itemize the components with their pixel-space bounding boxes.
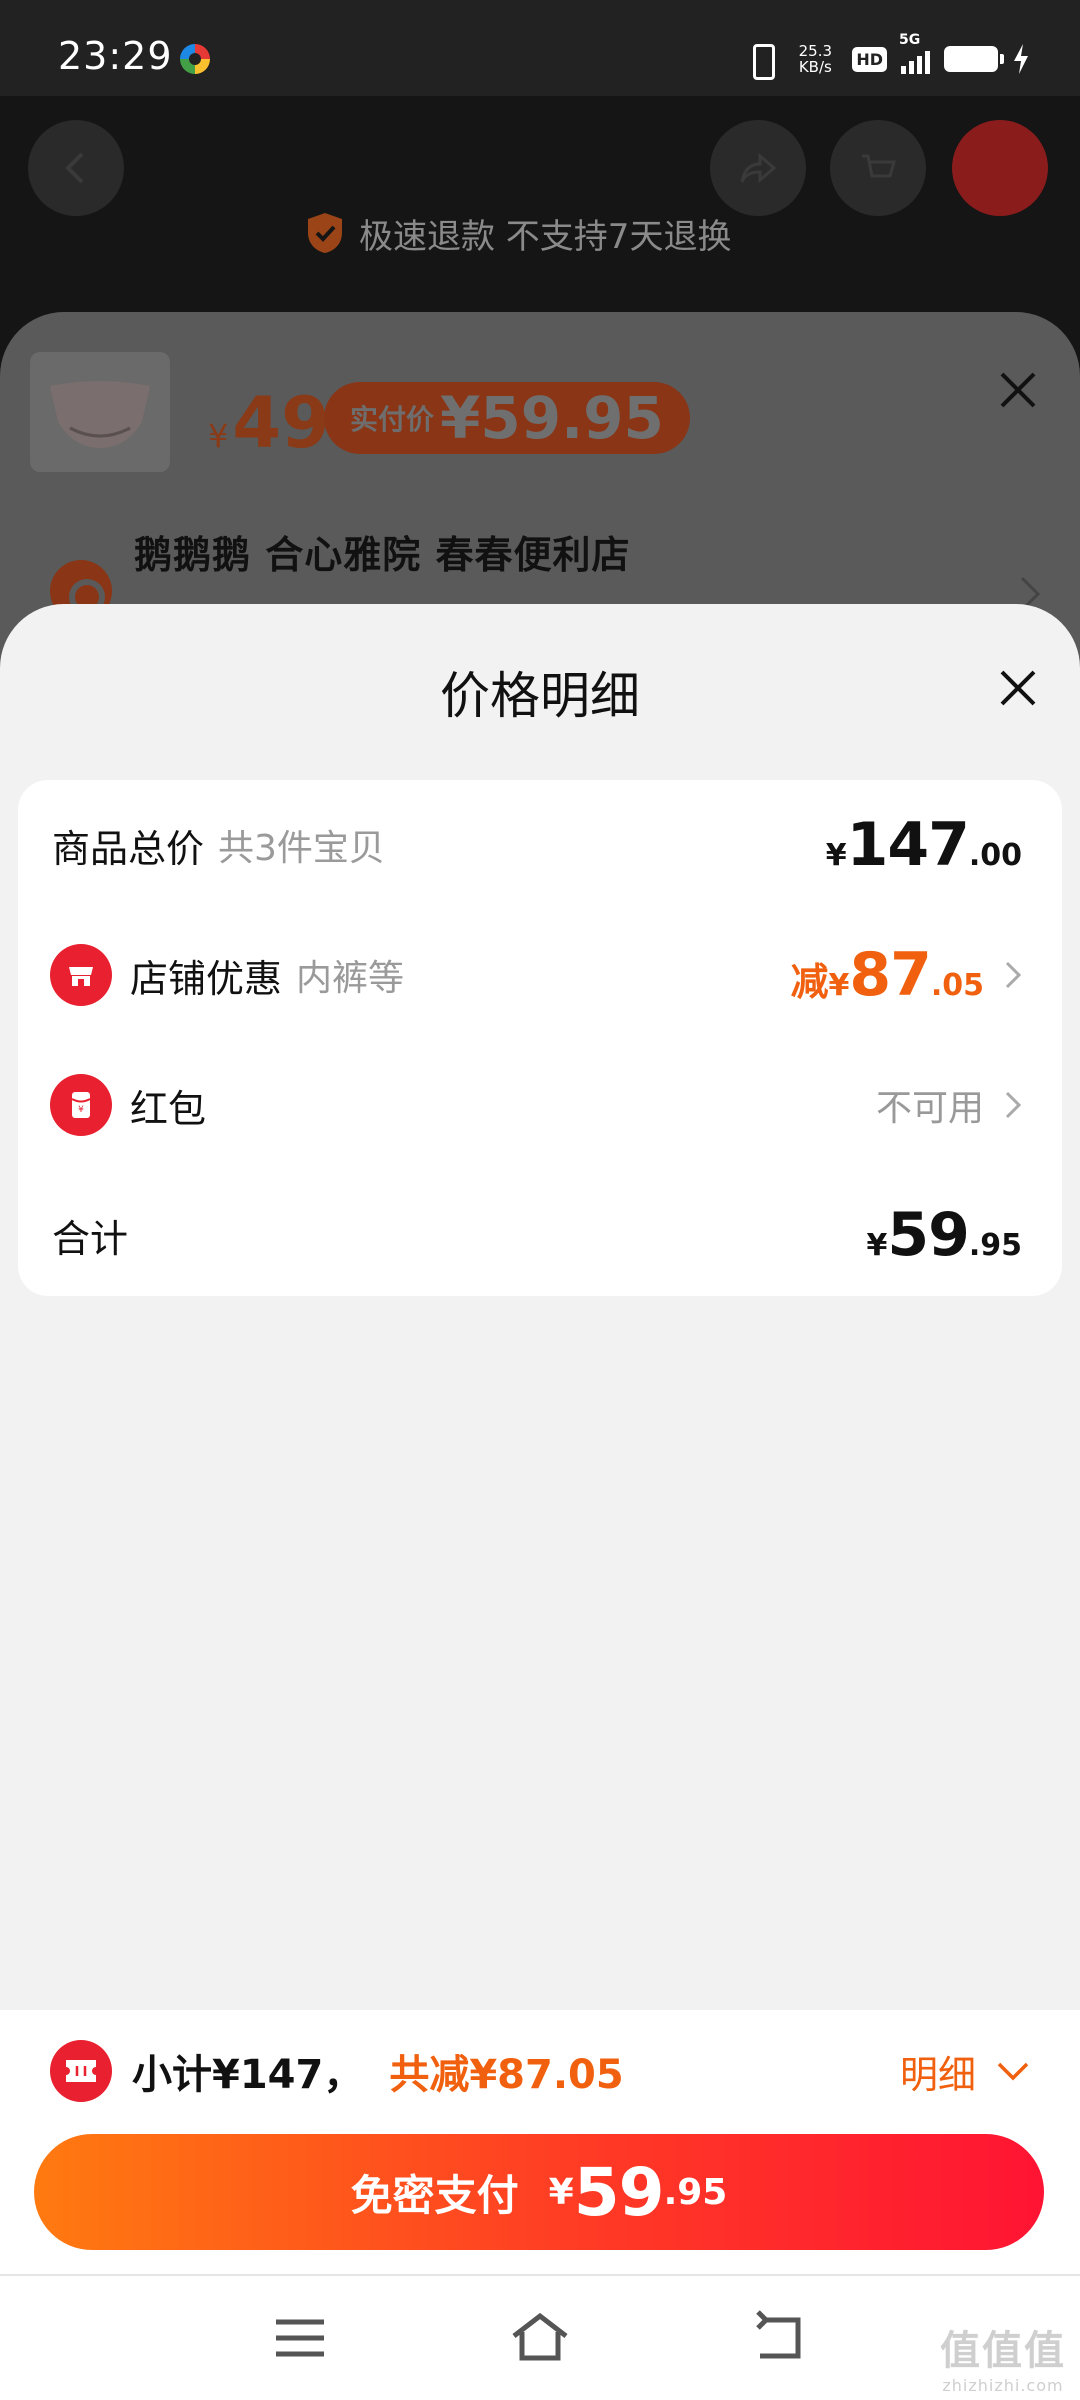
bottom-action-bar: 小计¥147， 共减¥87.05 明细 免密支付 ¥ 59 .95	[0, 2010, 1080, 2274]
row-red-packet[interactable]: ¥ 红包 不可用	[18, 1060, 1062, 1150]
close-icon[interactable]	[996, 368, 1040, 412]
chevron-right-icon	[1005, 961, 1022, 989]
total-price-label: 商品总价	[52, 826, 205, 871]
coupon-icon	[50, 2040, 112, 2102]
watermark: 值值值 zhizhizhi.com	[940, 2318, 1066, 2395]
net-speed-unit: KB/s	[798, 58, 832, 76]
store-discount-label: 店铺优惠	[130, 956, 283, 1001]
net-speed: 25.3 KB/s	[792, 43, 838, 75]
cart-icon	[862, 154, 896, 178]
close-icon[interactable]	[996, 666, 1040, 710]
product-thumbnail	[30, 352, 170, 472]
subtotal-text: 小计¥147，	[132, 2052, 364, 2098]
total-price-integer: 147	[846, 810, 970, 880]
paid-price-label: 实付价	[350, 403, 435, 436]
vibrate-icon	[744, 42, 778, 80]
total-reduction-text: 共减¥87.05	[389, 2052, 624, 2098]
watermark-text: 值值值	[940, 2328, 1066, 2374]
refund-notice: 极速退款 不支持7天退换	[305, 208, 731, 258]
cart-button[interactable]	[830, 120, 926, 216]
sum-decimal: .95	[968, 1228, 1022, 1263]
sku-price-currency: ¥	[208, 417, 229, 455]
home-icon	[512, 2312, 568, 2361]
store-icon	[50, 944, 112, 1006]
pay-integer: 59	[573, 2153, 665, 2231]
store-discount-amount: 减 ¥ 87 .05	[790, 940, 1022, 1010]
chevron-down-icon	[997, 2062, 1029, 2081]
back-nav-button[interactable]	[750, 2310, 810, 2366]
network-type: 5G	[899, 32, 921, 48]
discount-prefix: 减	[790, 960, 829, 1004]
status-icons: 25.3 KB/s HD 5G	[744, 32, 1030, 80]
discount-decimal: .05	[930, 968, 984, 1003]
chevron-right-icon	[1005, 1091, 1022, 1119]
back-icon	[756, 2310, 801, 2359]
menu-icon	[276, 2319, 324, 2357]
sheet-title: 价格明细	[440, 667, 640, 725]
svg-text:¥: ¥	[78, 1105, 84, 1115]
pay-button-label: 免密支付	[350, 2170, 519, 2220]
price-breakdown-rows: 商品总价 共3件宝贝 ¥ 147 .00 店铺优惠 内裤等 减 ¥ 87 .05…	[18, 780, 1062, 1296]
red-packet-label: 红包	[130, 1086, 207, 1131]
total-price-amount: ¥ 147 .00	[826, 810, 1022, 880]
paid-price-amount: ¥59.95	[440, 384, 664, 452]
discount-currency: ¥	[828, 968, 850, 1003]
hd-badge: HD	[852, 46, 887, 72]
store-discount-scope: 内裤等	[296, 958, 405, 999]
row-total-price-content: 商品总价 共3件宝贝 ¥ 147 .00	[18, 800, 1062, 890]
shield-check-icon	[308, 213, 342, 253]
sum-label: 合计	[52, 1216, 129, 1261]
red-packet-status: 不可用	[875, 1088, 984, 1129]
system-nav-bar	[0, 2274, 1080, 2400]
item-count: 共3件宝贝	[218, 828, 385, 869]
share-button[interactable]	[710, 120, 806, 216]
detail-toggle-label: 明细	[899, 2052, 976, 2097]
pay-currency: ¥	[548, 2171, 574, 2213]
status-bar: 23:29 25.3 KB/s HD 5G	[0, 0, 1080, 96]
sum-amount: ¥ 59 .95	[866, 1200, 1022, 1270]
paid-price-pill: 实付价 ¥59.95	[324, 382, 690, 454]
sum-currency: ¥	[866, 1228, 888, 1263]
share-icon	[740, 152, 777, 184]
detail-toggle-button[interactable]: 明细	[900, 2038, 1030, 2104]
row-sum: 合计 ¥ 59 .95	[18, 1190, 1062, 1280]
total-price-currency: ¥	[825, 838, 847, 873]
row-store-discount[interactable]: 店铺优惠 内裤等 减 ¥ 87 .05	[18, 930, 1062, 1020]
total-price-decimal: .00	[968, 838, 1022, 873]
battery-icon	[944, 46, 1004, 72]
sku-price: ¥49	[208, 382, 330, 464]
store-name[interactable]: 鹅鹅鹅 合心雅院 春春便利店	[134, 524, 630, 579]
watermark-sub: zhizhizhi.com	[942, 2376, 1064, 2395]
back-button[interactable]	[28, 120, 124, 216]
message-button[interactable]	[952, 120, 1048, 216]
sku-price-value: 49	[232, 382, 330, 464]
sum-integer: 59	[887, 1200, 969, 1270]
password-free-pay-button[interactable]: 免密支付 ¥ 59 .95	[34, 2134, 1044, 2250]
refund-notice-text: 极速退款 不支持7天退换	[359, 216, 732, 257]
home-button[interactable]	[510, 2310, 570, 2366]
app-notification-icon	[180, 44, 210, 74]
red-packet-status-wrap: 不可用	[876, 1079, 1022, 1131]
signal-icon: 5G	[899, 32, 930, 74]
recent-apps-button[interactable]	[270, 2310, 330, 2366]
status-time: 23:29	[58, 34, 173, 78]
subtotal-row: 小计¥147， 共减¥87.05 明细	[0, 2038, 1080, 2104]
pay-decimal: .95	[663, 2171, 728, 2213]
back-arrow-icon	[65, 152, 84, 184]
discount-integer: 87	[849, 940, 931, 1010]
red-packet-icon: ¥	[50, 1074, 112, 1136]
charging-icon	[1012, 44, 1030, 74]
